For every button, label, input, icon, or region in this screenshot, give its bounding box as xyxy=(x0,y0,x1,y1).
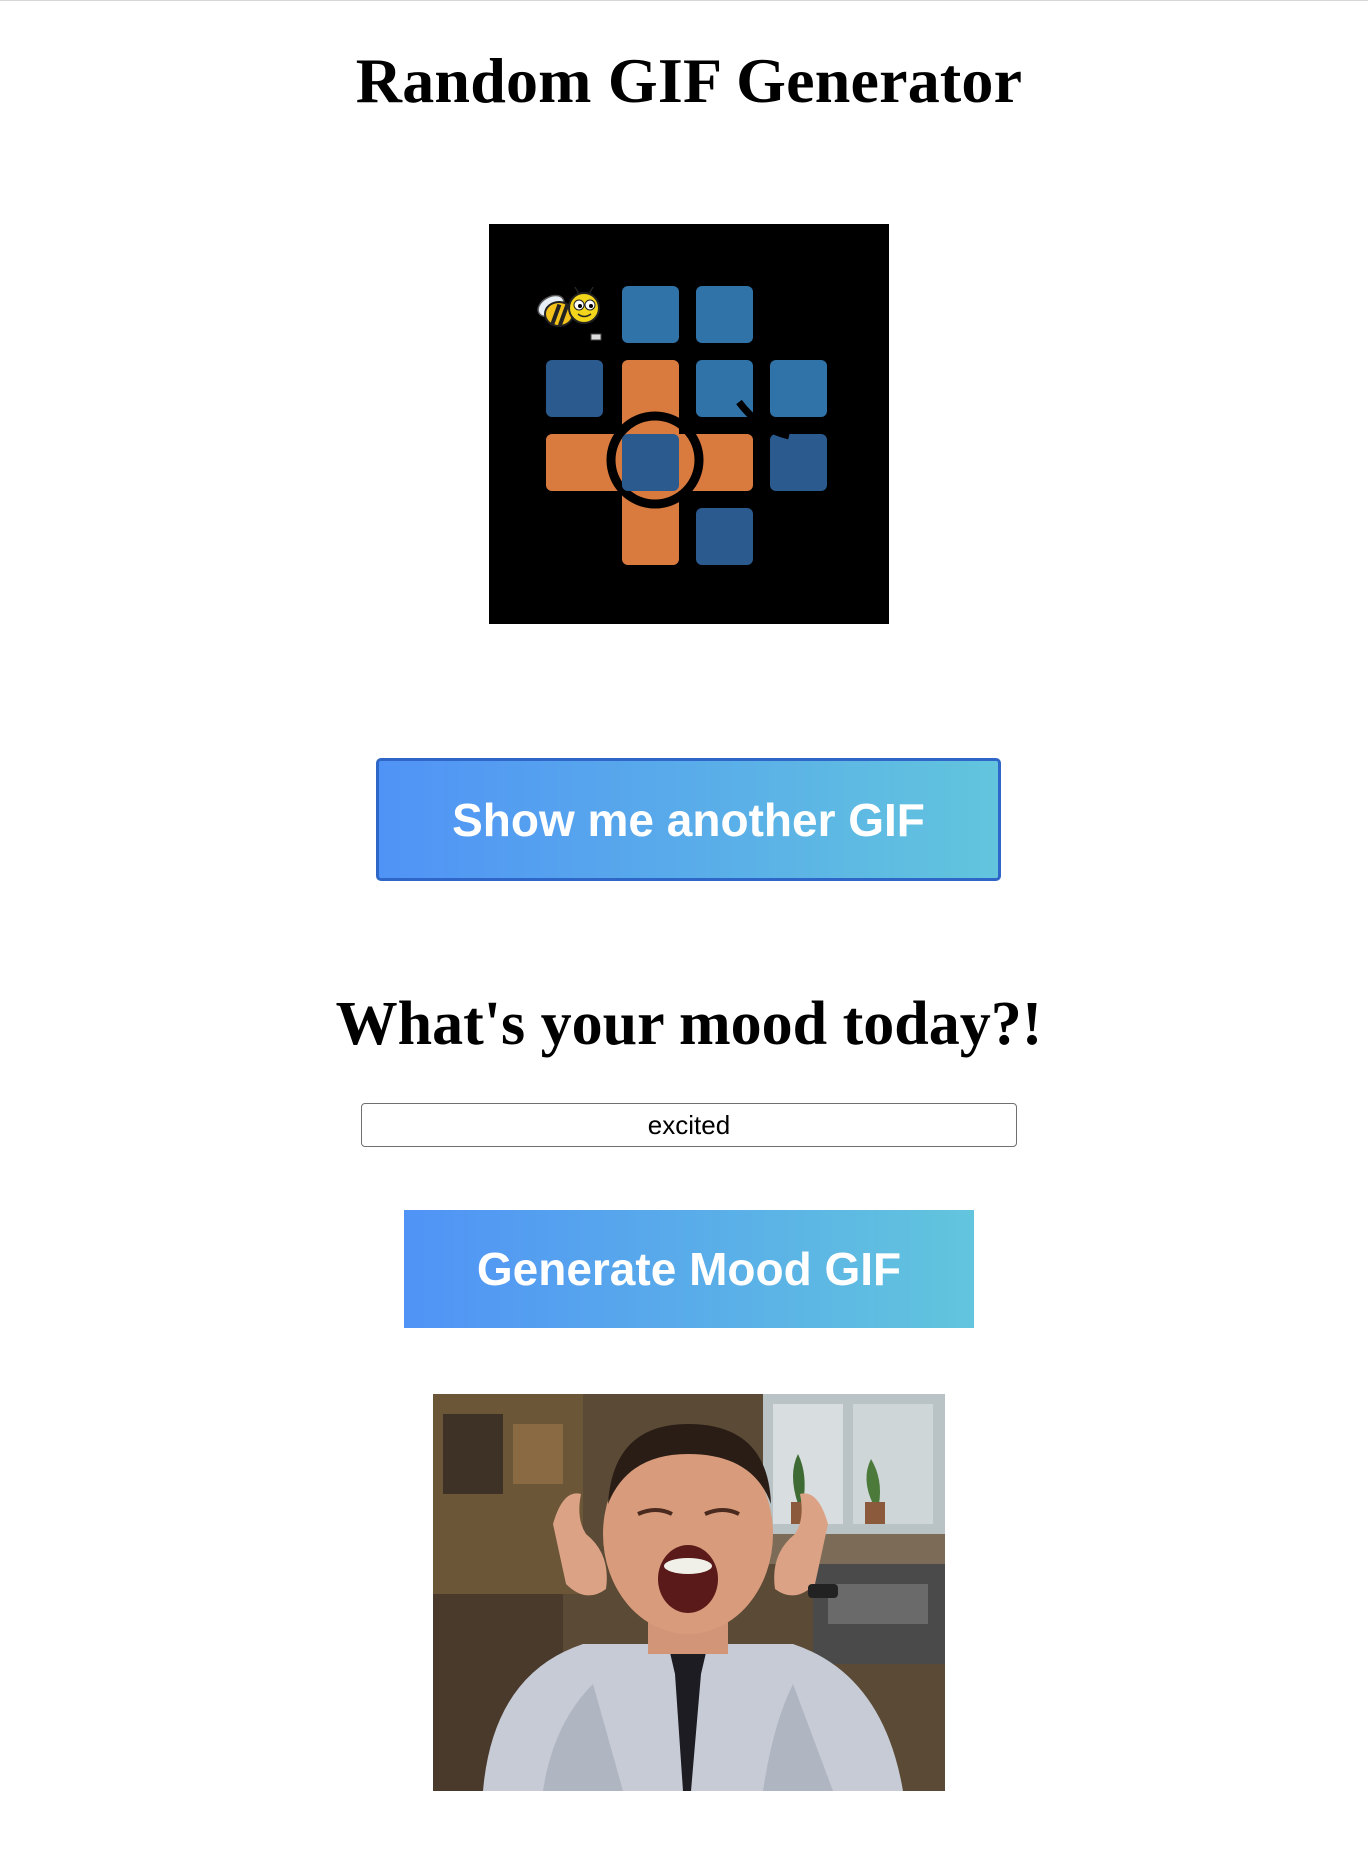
generate-mood-gif-label: Generate Mood GIF xyxy=(476,1243,902,1295)
excited-man-icon xyxy=(433,1394,945,1791)
bee-puzzle-grid-icon xyxy=(489,224,889,624)
page: Random GIF Generator Show me another GIF… xyxy=(0,0,1368,1874)
page-title: Random GIF Generator xyxy=(355,45,1023,116)
mood-gif-image xyxy=(433,1394,945,1791)
show-another-gif-button[interactable]: Show me another GIF xyxy=(376,758,1001,881)
random-gif-image xyxy=(489,224,889,624)
generate-mood-gif-button[interactable]: Generate Mood GIF xyxy=(404,1210,974,1328)
show-another-gif-label: Show me another GIF xyxy=(452,793,925,846)
mood-heading: What's your mood today?! xyxy=(335,990,1043,1058)
mood-input[interactable] xyxy=(361,1103,1017,1147)
